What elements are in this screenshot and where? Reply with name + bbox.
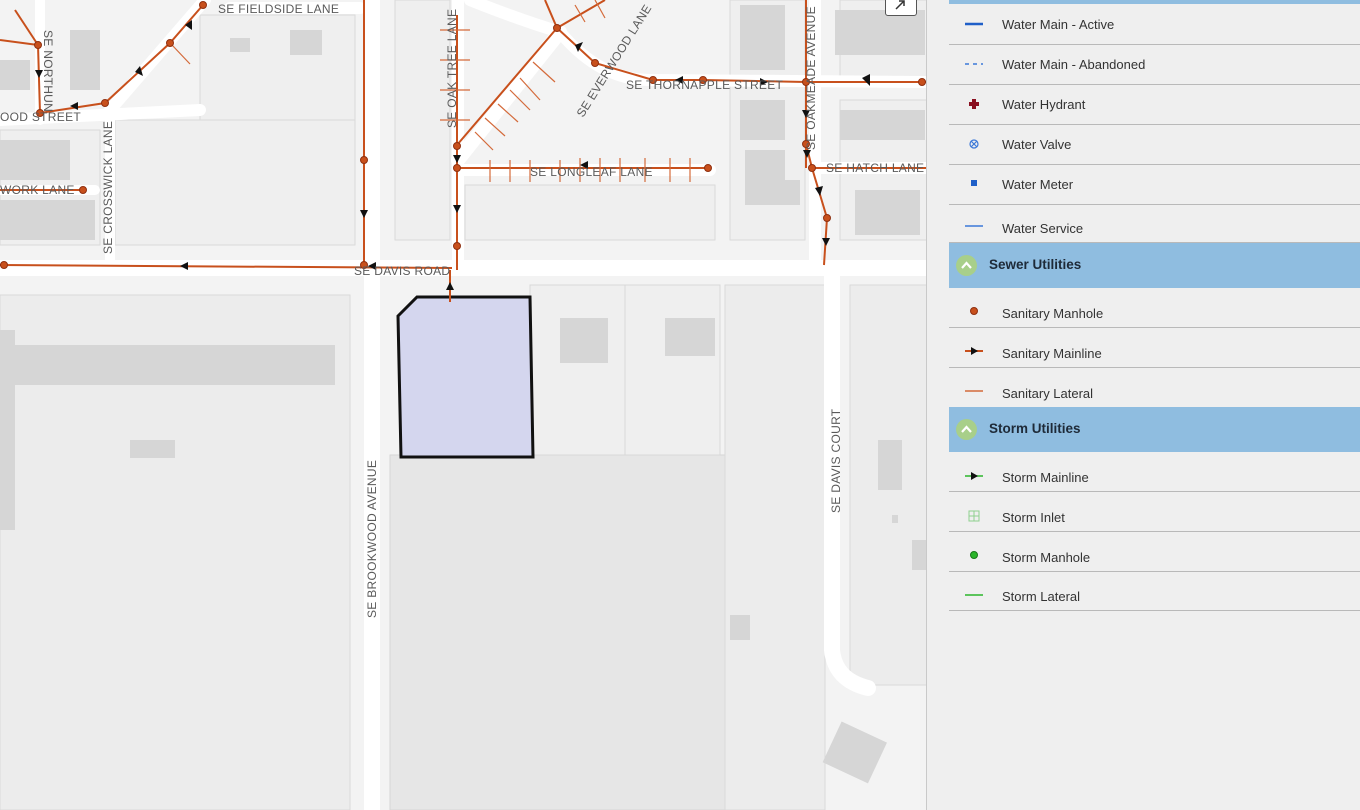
- legend-label: Sanitary Manhole: [1002, 306, 1104, 321]
- street-label-work: WORK LANE: [0, 183, 75, 197]
- chevron-up-icon: [961, 425, 972, 433]
- legend-label: Storm Manhole: [1002, 550, 1091, 565]
- legend-item-storm-inlet: Storm Inlet: [949, 492, 1360, 532]
- storm-lateral-icon: [965, 594, 983, 596]
- legend-label: Storm Mainline: [1002, 470, 1089, 485]
- water-meter-icon: [971, 180, 977, 186]
- water-section-header-edge: [949, 0, 1360, 4]
- storm-collapse-button[interactable]: [956, 419, 977, 440]
- street-label-northun: SE NORTHUN: [41, 30, 55, 112]
- street-label-davisroad: SE DAVIS ROAD: [354, 264, 450, 278]
- legend-label: Sanitary Lateral: [1002, 386, 1094, 401]
- water-hydrant-icon: [969, 99, 979, 109]
- water-valve-icon: [969, 139, 979, 149]
- legend-item-water-service: Water Service: [949, 205, 1360, 243]
- chevron-up-icon: [961, 261, 972, 269]
- sewer-section-header[interactable]: Sewer Utilities: [949, 243, 1360, 288]
- legend-item-storm-mainline: Storm Mainline: [949, 452, 1360, 492]
- legend-label: Storm Lateral: [1002, 589, 1081, 604]
- legend-item-water-main-active: Water Main - Active: [949, 5, 1360, 45]
- street-label-longleaf: SE LONGLEAF LANE: [530, 165, 653, 179]
- legend-item-water-valve: Water Valve: [949, 125, 1360, 165]
- water-main-active-icon: [965, 22, 983, 26]
- street-label-oaktree: SE OAK TREE LANE: [445, 9, 459, 128]
- legend-label: Storm Inlet: [1002, 510, 1065, 525]
- legend-label: Water Service: [1002, 221, 1084, 236]
- legend-label: Water Hydrant: [1002, 97, 1086, 112]
- storm-mainline-icon: [965, 472, 983, 480]
- legend-item-sanitary-mainline: Sanitary Mainline: [949, 328, 1360, 368]
- legend-label: Water Valve: [1002, 137, 1072, 152]
- sanitary-mainline-icon: [965, 347, 983, 355]
- panel-divider: [926, 0, 951, 810]
- water-service-icon: [965, 225, 983, 227]
- map-canvas[interactable]: SE FIELDSIDE LANE SE NORTHUN OOD STREET …: [0, 0, 927, 810]
- legend-label: Water Main - Abandoned: [1002, 57, 1146, 72]
- street-label-hatch: SE HATCH LANE: [826, 161, 924, 175]
- street-label-fieldside: SE FIELDSIDE LANE: [218, 2, 339, 16]
- legend-label: Water Main - Active: [1002, 17, 1115, 32]
- map-view[interactable]: SE FIELDSIDE LANE SE NORTHUN OOD STREET …: [0, 0, 927, 810]
- sanitary-manhole-icon: [970, 307, 978, 315]
- storm-manhole-icon: [970, 551, 978, 559]
- expand-arrow-icon: [895, 0, 905, 10]
- sanitary-lateral-icon: [965, 390, 983, 392]
- storm-section-header[interactable]: Storm Utilities: [949, 407, 1360, 452]
- street-label-oakmeade: SE OAKMEADE AVENUE: [804, 6, 818, 150]
- sewer-section-title: Sewer Utilities: [989, 257, 1082, 272]
- legend-panel: Water Main - Active Water Main - Abandon…: [949, 0, 1360, 810]
- legend-item-storm-manhole: Storm Manhole: [949, 532, 1360, 572]
- legend-item-sanitary-manhole: Sanitary Manhole: [949, 288, 1360, 328]
- legend-item-water-meter: Water Meter: [949, 165, 1360, 205]
- street-label-crosswick: SE CROSSWICK LANE: [101, 121, 115, 254]
- legend-item-storm-lateral: Storm Lateral: [949, 572, 1360, 611]
- legend-item-water-main-abandoned: Water Main - Abandoned: [949, 45, 1360, 85]
- expand-map-button[interactable]: [885, 0, 917, 16]
- street-label-thornapple: SE THORNAPPLE STREET: [626, 78, 784, 92]
- water-main-abandoned-icon: [965, 63, 983, 65]
- street-label-woodstreet: OOD STREET: [0, 110, 81, 124]
- legend-item-sanitary-lateral: Sanitary Lateral: [949, 368, 1360, 408]
- selected-parcel[interactable]: [396, 295, 535, 459]
- street-label-brookwood: SE BROOKWOOD AVENUE: [365, 460, 379, 618]
- sewer-collapse-button[interactable]: [956, 255, 977, 276]
- legend-label: Water Meter: [1002, 177, 1074, 192]
- storm-section-title: Storm Utilities: [989, 421, 1081, 436]
- storm-inlet-icon: [968, 510, 980, 522]
- street-label-daviscourt: SE DAVIS COURT: [829, 408, 843, 513]
- legend-label: Sanitary Mainline: [1002, 346, 1102, 361]
- legend-item-water-hydrant: Water Hydrant: [949, 85, 1360, 125]
